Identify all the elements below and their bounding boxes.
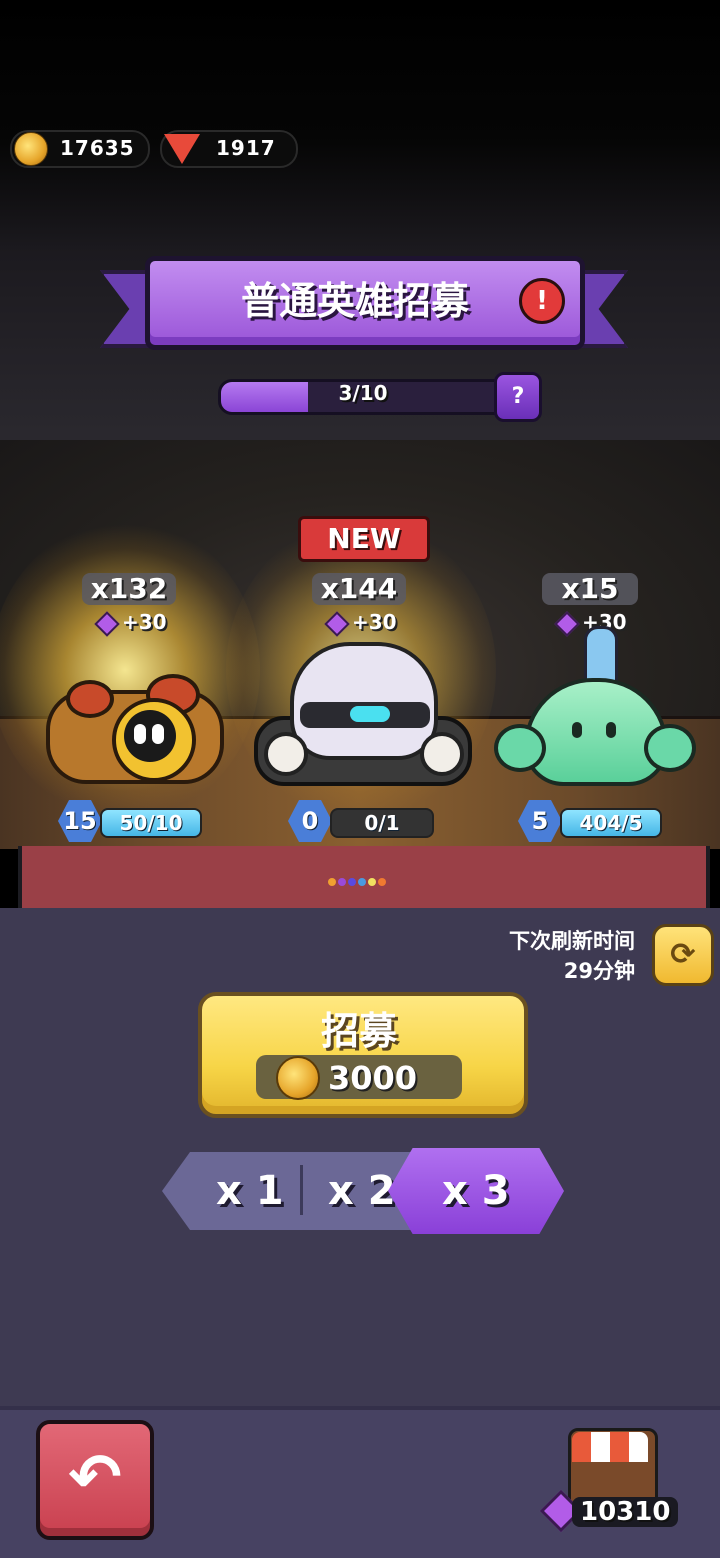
hero-1-goggle-creature[interactable] — [36, 650, 224, 784]
hero-2-progress-text: 0/1 — [364, 811, 400, 835]
hero-1-progress-text: 50/10 — [119, 811, 183, 835]
coin-counter: 17635 — [10, 130, 150, 168]
coin-icon — [276, 1056, 320, 1100]
gem-amount: 1917 — [216, 136, 276, 160]
hero-2-count: x144 — [312, 573, 406, 605]
shop-awning-icon — [572, 1432, 648, 1462]
page-dot — [368, 878, 376, 886]
hero-3-count: x15 — [542, 573, 638, 605]
shop-gem-amount: 10310 — [572, 1497, 679, 1527]
refresh-icon: ⟳ — [670, 937, 696, 972]
page-dot — [358, 878, 366, 886]
hero-3-green-slime[interactable] — [494, 626, 696, 786]
page-title: 普通英雄招募 — [240, 279, 469, 323]
coin-icon — [14, 132, 48, 166]
hero-2-bonus-value: +30 — [352, 610, 397, 634]
new-badge: NEW — [298, 516, 430, 562]
recruit-button-label: 招募 — [320, 1009, 397, 1053]
recruit-progress-text: 3/10 — [338, 381, 388, 405]
page-dot — [338, 878, 346, 886]
hero-3-progress-text: 404/5 — [579, 811, 643, 835]
help-button[interactable]: ? — [494, 372, 542, 422]
refresh-label: 下次刷新时间 — [509, 929, 635, 953]
ruby-icon — [164, 134, 200, 164]
coin-amount: 17635 — [60, 136, 135, 160]
multiplier-x3[interactable]: x 3 — [442, 1168, 510, 1214]
refresh-timer: 下次刷新时间 29分钟 — [440, 926, 635, 986]
hero-1-count: x132 — [82, 573, 176, 605]
gem-icon — [94, 610, 120, 637]
recruit-cost-value: 3000 — [328, 1059, 418, 1097]
page-dot — [328, 878, 336, 886]
hero-2-silver-hair-ninja[interactable] — [250, 632, 472, 786]
hero-1-bonus-value: +30 — [122, 610, 167, 634]
back-button[interactable]: ↶ — [36, 1420, 154, 1540]
alert-icon[interactable]: ! — [519, 278, 565, 324]
back-arrow-icon: ↶ — [68, 1441, 122, 1515]
multiplier-divider — [300, 1165, 303, 1215]
refresh-time: 29分钟 — [563, 959, 635, 983]
gem-counter: 1917 — [160, 130, 298, 168]
refresh-button[interactable]: ⟳ — [652, 924, 714, 986]
hero-1-progress-bar: 50/10 — [100, 808, 202, 838]
hero-2-progress-bar: 0/1 — [330, 808, 434, 838]
page-dot — [378, 878, 386, 886]
multiplier-x1[interactable]: x 1 — [216, 1168, 284, 1214]
multiplier-x2[interactable]: x 2 — [328, 1168, 396, 1214]
hero-2-bonus: +30 — [324, 610, 397, 637]
page-dot — [348, 878, 356, 886]
hero-1-bonus: +30 — [94, 610, 167, 637]
hero-3-progress-bar: 404/5 — [560, 808, 662, 838]
